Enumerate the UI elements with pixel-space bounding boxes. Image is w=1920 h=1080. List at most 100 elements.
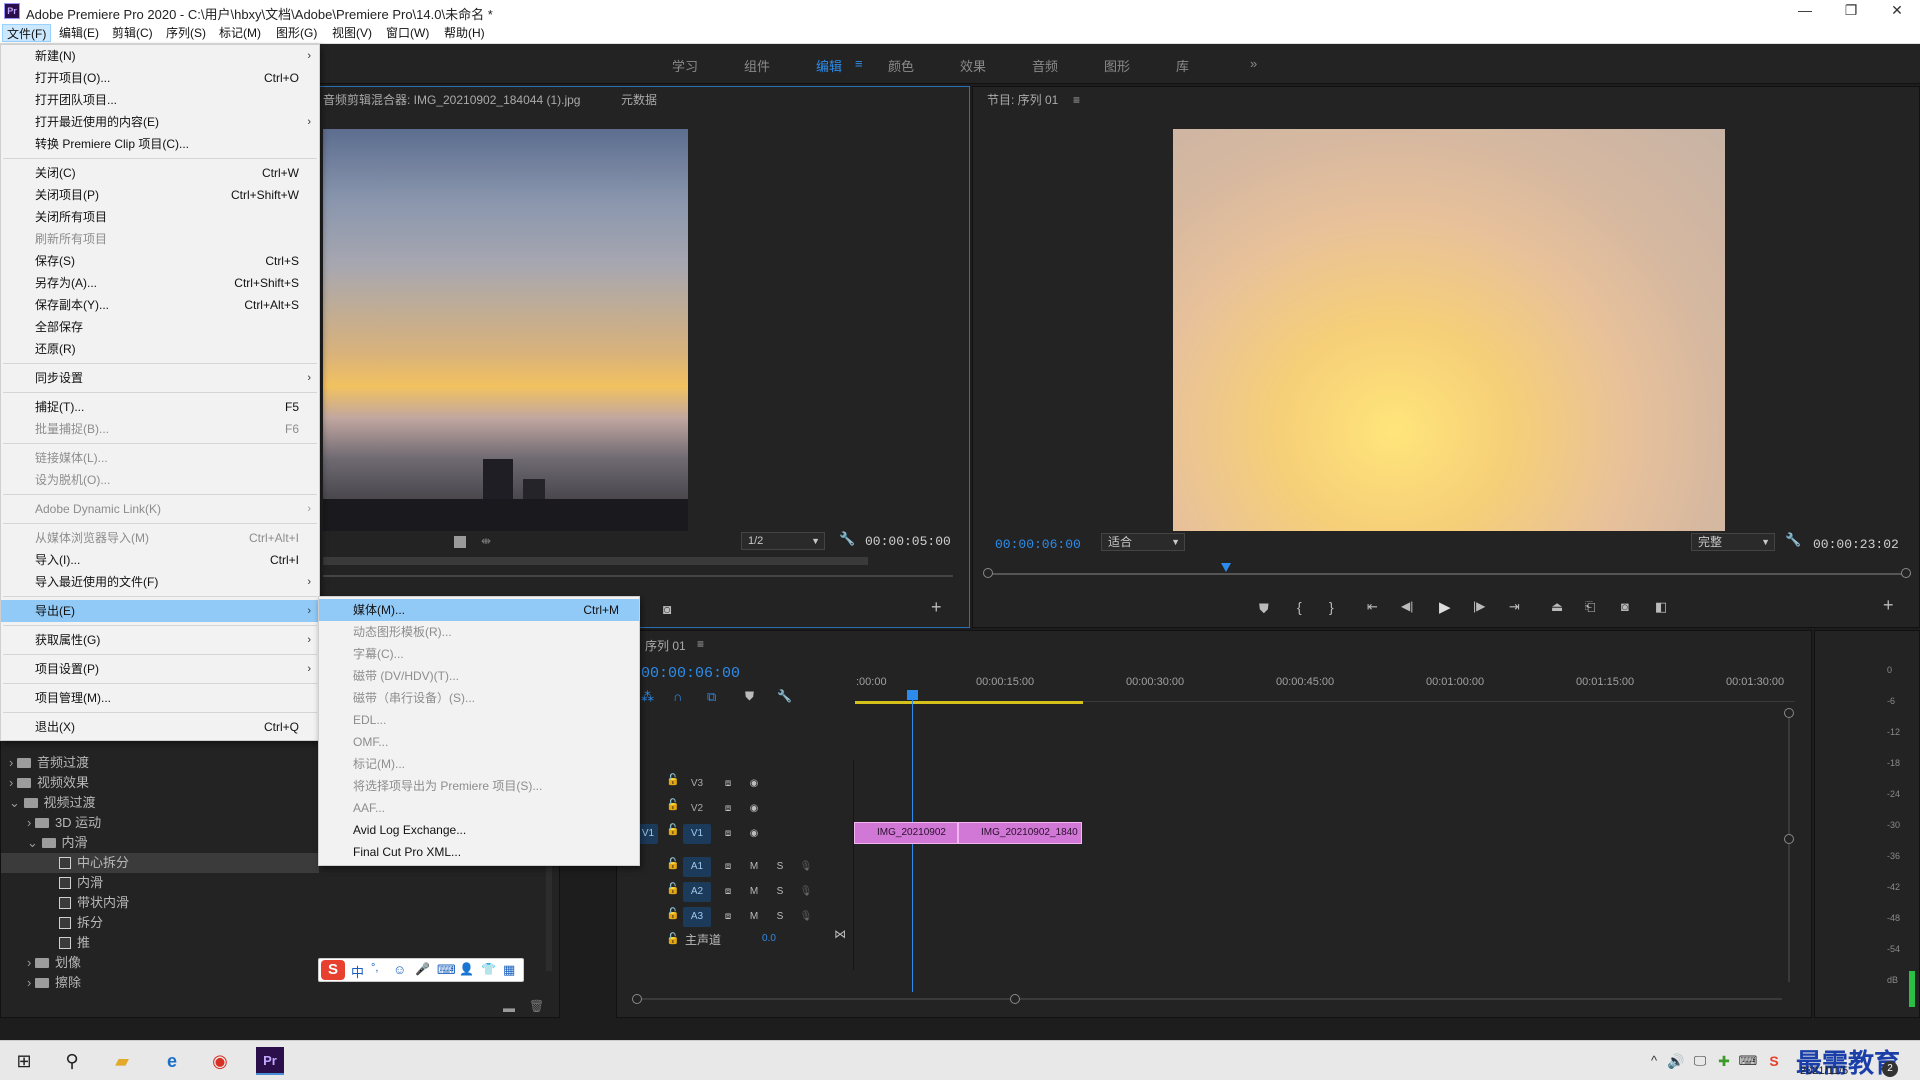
wrench-icon[interactable]: 🔧 xyxy=(839,531,855,547)
mute-button[interactable]: M xyxy=(740,907,768,927)
file-menu-item[interactable]: 关闭项目(P) Ctrl+Shift+W xyxy=(1,184,319,206)
workspace-color[interactable]: 颜色 xyxy=(888,56,914,75)
effects-folder[interactable]: › 划像 xyxy=(1,953,319,973)
mark-out-icon[interactable]: } xyxy=(1329,599,1334,615)
go-to-in-icon[interactable]: ⇤ xyxy=(1367,599,1378,615)
file-menu-item[interactable]: 退出(X) Ctrl+Q xyxy=(1,716,319,738)
effects-folder[interactable]: › 擦除 xyxy=(1,973,319,993)
lock-icon[interactable]: 🔓 xyxy=(666,882,680,895)
menu-marker[interactable]: 标记(M) xyxy=(215,24,265,42)
chevron-right-icon[interactable]: › xyxy=(27,815,35,830)
export-menu-item[interactable]: 动态图形模板(R)... xyxy=(319,621,639,643)
search-icon[interactable]: ⚲ xyxy=(58,1047,86,1075)
source-v1-patch[interactable]: V1 xyxy=(638,824,658,844)
menu-sequence[interactable]: 序列(S) xyxy=(162,24,210,42)
scroll-handle-bottom[interactable] xyxy=(1784,834,1794,844)
file-menu-item[interactable]: 捕捉(T)... F5 xyxy=(1,396,319,418)
solo-button[interactable]: S xyxy=(766,907,794,927)
eye-icon[interactable]: ◉ xyxy=(740,799,768,819)
windows-start-icon[interactable]: ⊞ xyxy=(10,1047,38,1075)
track-v1-label[interactable]: V1 xyxy=(683,824,711,844)
file-menu-item[interactable]: 转换 Premiere Clip 项目(C)... xyxy=(1,133,319,155)
wrench-icon[interactable]: 🔧 xyxy=(1785,532,1801,548)
ime-skin-icon[interactable]: 👕 xyxy=(481,962,496,976)
timeline-timecode[interactable]: 00:00:06:00 xyxy=(641,665,740,682)
ime-voice-icon[interactable]: 🎤 xyxy=(415,962,430,976)
mic-icon[interactable]: 🎙 xyxy=(792,882,820,902)
mute-button[interactable]: M xyxy=(740,857,768,877)
track-a2-label[interactable]: A2 xyxy=(683,882,711,902)
extract-icon[interactable]: ⎗ xyxy=(1585,599,1595,615)
lock-icon[interactable]: 🔓 xyxy=(666,798,680,811)
lock-icon[interactable]: 🔓 xyxy=(666,823,680,836)
file-menu-item[interactable]: 导入(I)... Ctrl+I xyxy=(1,549,319,571)
nest-icon[interactable]: ⁂ xyxy=(641,689,654,705)
workspace-overflow-icon[interactable]: » xyxy=(1250,56,1257,71)
file-explorer-icon[interactable]: ▰ xyxy=(108,1047,136,1075)
workspace-libraries[interactable]: 库 xyxy=(1176,56,1189,75)
source-zoom-select[interactable]: 1/2 ▼ xyxy=(741,532,825,550)
effects-item[interactable]: 拆分 xyxy=(1,913,319,933)
fit-select[interactable]: 适合 ▼ xyxy=(1101,533,1185,551)
menu-graphics[interactable]: 图形(G) xyxy=(272,24,321,42)
menu-help[interactable]: 帮助(H) xyxy=(440,24,489,42)
export-menu-item[interactable]: 磁带（串行设备）(S)... xyxy=(319,687,639,709)
file-menu-item[interactable]: 获取属性(G) › xyxy=(1,629,319,651)
eye-icon[interactable]: ◉ xyxy=(740,824,768,844)
export-menu-item[interactable]: 标记(M)... xyxy=(319,753,639,775)
export-menu-item[interactable]: 媒体(M)... Ctrl+M xyxy=(319,599,639,621)
timeline-title[interactable]: 序列 01 xyxy=(645,637,686,654)
file-menu-item[interactable]: 打开团队项目... xyxy=(1,89,319,111)
step-forward-icon[interactable]: |▶ xyxy=(1473,599,1485,613)
timeline-clip[interactable]: IMG_20210902_1840 xyxy=(958,822,1082,844)
add-button[interactable]: + xyxy=(1883,595,1894,616)
program-scrub-bar[interactable] xyxy=(987,573,1911,575)
scroll-handle-left[interactable] xyxy=(632,994,642,1004)
scroll-handle-right[interactable] xyxy=(1901,568,1911,578)
sync-lock-icon[interactable]: ⧈ xyxy=(714,799,742,819)
file-menu-item[interactable]: 关闭所有项目 xyxy=(1,206,319,228)
file-menu-item[interactable]: 同步设置 › xyxy=(1,367,319,389)
file-menu-item[interactable]: 新建(N) › xyxy=(1,45,319,67)
solo-button[interactable]: S xyxy=(766,882,794,902)
file-menu-item[interactable]: 打开最近使用的内容(E) › xyxy=(1,111,319,133)
eye-icon[interactable]: ◉ xyxy=(740,774,768,794)
menu-window[interactable]: 窗口(W) xyxy=(382,24,433,42)
ime-punctuation-icon[interactable]: °, xyxy=(371,962,378,974)
work-area-bar[interactable] xyxy=(855,701,1083,704)
compare-view-icon[interactable]: ◧ xyxy=(1655,599,1667,615)
chevron-right-icon[interactable]: › xyxy=(27,975,35,990)
menu-edit[interactable]: 编辑(E) xyxy=(55,24,103,42)
ime-toolbar[interactable]: S 中 °, ☺ 🎤 ⌨ 👤 👕 ▦ xyxy=(318,958,524,982)
effects-item[interactable]: 内滑 xyxy=(1,873,319,893)
play-icon[interactable]: ▶ xyxy=(1439,598,1451,616)
ime-emoji-icon[interactable]: ☺ xyxy=(393,962,406,977)
export-menu-item[interactable]: 字幕(C)... xyxy=(319,643,639,665)
sync-lock-icon[interactable]: ⧈ xyxy=(714,857,742,877)
lock-icon[interactable]: 🔓 xyxy=(666,932,680,945)
lock-icon[interactable]: 🔓 xyxy=(666,907,680,920)
effects-folder[interactable]: › 视频效果 xyxy=(1,773,319,793)
file-menu-item[interactable]: 项目设置(P) › xyxy=(1,658,319,680)
panel-menu-icon[interactable]: ≡ xyxy=(697,637,704,651)
timeline-vertical-scrollbar[interactable] xyxy=(1788,712,1790,982)
lift-icon[interactable]: ⏏ xyxy=(1551,599,1563,615)
track-v2-label[interactable]: V2 xyxy=(683,799,711,819)
effects-item[interactable]: 推 xyxy=(1,933,319,953)
delete-icon[interactable]: 🗑 xyxy=(529,999,544,1013)
file-menu-item[interactable]: 还原(R) xyxy=(1,338,319,360)
playhead-handle[interactable] xyxy=(907,690,918,700)
effects-folder[interactable]: › 3D 运动 xyxy=(1,813,319,833)
file-menu-item[interactable]: 项目管理(M)... xyxy=(1,687,319,709)
export-menu-item[interactable]: Final Cut Pro XML... xyxy=(319,841,639,863)
linked-selection-icon[interactable]: ⧉ xyxy=(707,689,716,705)
chevron-down-icon[interactable]: ⌄ xyxy=(27,835,42,850)
export-menu-item[interactable]: AAF... xyxy=(319,797,639,819)
workspace-menu-icon[interactable]: ≡ xyxy=(855,56,863,71)
minimize-button[interactable]: — xyxy=(1782,0,1828,22)
playhead-marker[interactable] xyxy=(1221,563,1231,572)
chevron-right-icon[interactable]: › xyxy=(9,775,17,790)
ime-toolbox-icon[interactable]: ▦ xyxy=(503,962,515,978)
export-menu-item[interactable]: OMF... xyxy=(319,731,639,753)
menu-file[interactable]: 文件(F) xyxy=(2,24,52,42)
